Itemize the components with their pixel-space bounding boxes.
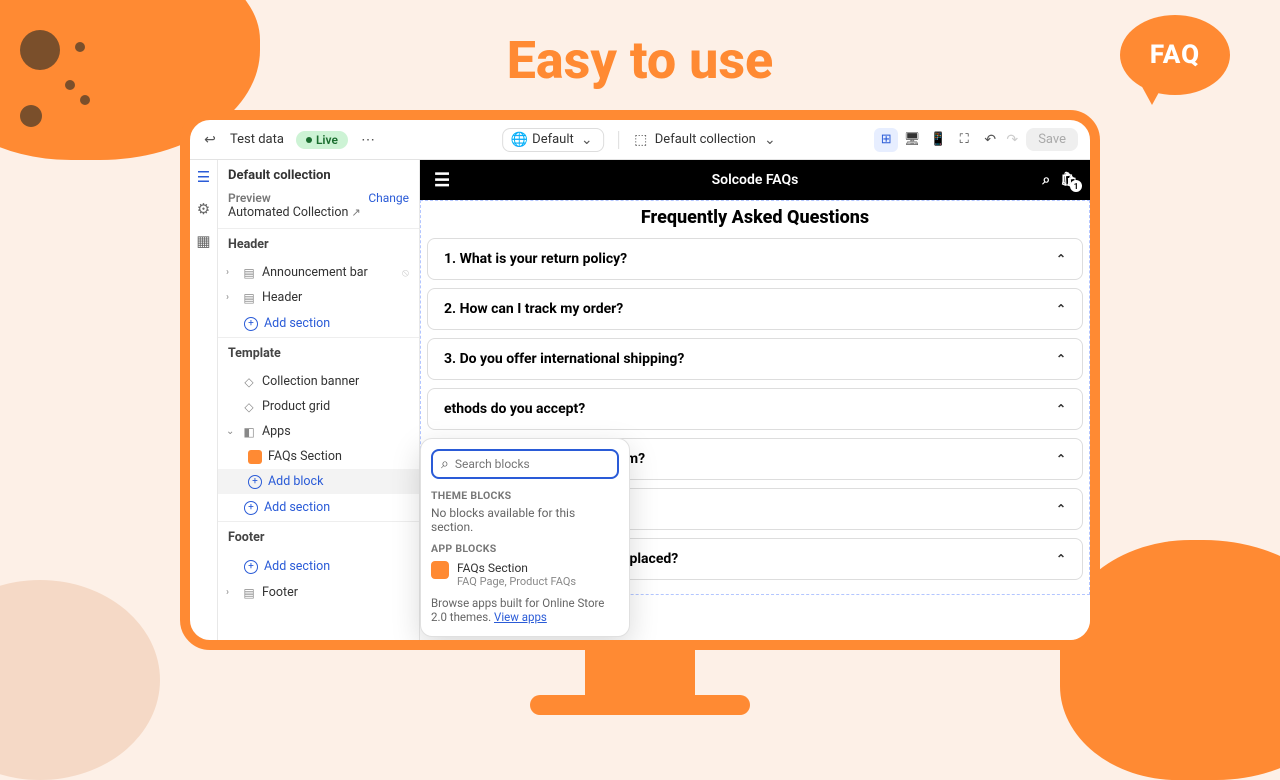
exit-icon[interactable]: ↩	[202, 132, 218, 148]
faq-page-title: Frequently Asked Questions	[427, 207, 1083, 228]
faq-item[interactable]: 2. How can I track my order?⌃	[427, 288, 1083, 330]
hamburger-icon[interactable]: ☰	[434, 170, 450, 191]
apps-icon: ◧	[242, 425, 256, 439]
app-block-icon	[248, 450, 262, 464]
header-section-title: Header	[218, 228, 419, 260]
section-icon: ▤	[242, 291, 256, 305]
add-section-header[interactable]: + Add section	[218, 310, 419, 337]
monitor-frame: ↩ Test data Live ⋯ 🌐 Default ⌄ ⬚ Default…	[180, 110, 1100, 650]
store-header: ☰ Solcode FAQs ⌕ 🛍1	[420, 160, 1090, 200]
monitor-base	[530, 695, 750, 715]
chevron-up-icon: ⌃	[1056, 552, 1066, 566]
add-section-template[interactable]: + Add section	[218, 494, 419, 521]
view-apps-link[interactable]: View apps	[494, 610, 547, 624]
faq-item[interactable]: ethods do you accept?⌃	[427, 388, 1083, 430]
chevron-up-icon: ⌃	[1056, 252, 1066, 266]
sections-tab-icon[interactable]: ☰	[197, 168, 210, 186]
app-block-icon	[431, 561, 449, 579]
sidebar-item-header[interactable]: ›▤ Header	[218, 285, 419, 310]
locale-label: Default	[532, 132, 574, 147]
block-picker-popover: ⌕ THEME BLOCKS No blocks available for t…	[420, 438, 630, 637]
locale-selector[interactable]: 🌐 Default ⌄	[502, 128, 604, 152]
plus-icon: +	[244, 560, 258, 574]
chevron-up-icon: ⌃	[1056, 302, 1066, 316]
test-data-label[interactable]: Test data	[230, 132, 284, 147]
redo-icon[interactable]: ↷	[1004, 132, 1020, 148]
store-title: Solcode FAQs	[712, 172, 799, 188]
sidebar-item-faqs-section[interactable]: FAQs Section	[218, 444, 419, 469]
search-blocks-field[interactable]: ⌕	[431, 449, 619, 479]
chevron-up-icon: ⌃	[1056, 352, 1066, 366]
chevron-down-icon: ⌄	[762, 132, 778, 148]
save-button[interactable]: Save	[1026, 128, 1078, 151]
add-block-button[interactable]: + Add block	[218, 469, 419, 494]
inspector-icon[interactable]: ⊞	[874, 128, 898, 152]
section-icon: ◇	[242, 375, 256, 389]
sidebar-item-footer[interactable]: ›▤ Footer	[218, 580, 419, 605]
app-blocks-label: APP BLOCKS	[431, 542, 619, 555]
settings-tab-icon[interactable]: ⚙	[197, 200, 210, 218]
search-icon: ⌕	[441, 456, 449, 472]
sidebar-item-collection-banner[interactable]: ◇ Collection banner	[218, 369, 419, 394]
globe-icon: 🌐	[511, 132, 527, 148]
chevron-up-icon: ⌃	[1056, 402, 1066, 416]
search-input[interactable]	[455, 457, 611, 471]
faq-item[interactable]: 3. Do you offer international shipping?⌃	[427, 338, 1083, 380]
template-section-title: Template	[218, 337, 419, 369]
faq-item[interactable]: 1. What is your return policy?⌃	[427, 238, 1083, 280]
sidebar-item-product-grid[interactable]: ◇ Product grid	[218, 394, 419, 419]
template-selector[interactable]: ⬚ Default collection ⌄	[633, 132, 778, 148]
theme-blocks-label: THEME BLOCKS	[431, 489, 619, 502]
search-icon[interactable]: ⌕	[1042, 172, 1050, 188]
template-label: Default collection	[655, 132, 756, 147]
section-icon: ◇	[242, 400, 256, 414]
sidebar-item-apps[interactable]: ⌄◧ Apps	[218, 419, 419, 444]
tag-icon: ⬚	[633, 132, 649, 148]
app-block-faqs[interactable]: FAQs Section FAQ Page, Product FAQs	[431, 561, 619, 588]
external-link-icon[interactable]: ↗	[352, 206, 361, 219]
hidden-icon[interactable]: ⦸	[402, 266, 409, 280]
editor-toolbar: ↩ Test data Live ⋯ 🌐 Default ⌄ ⬚ Default…	[190, 120, 1090, 160]
chevron-up-icon: ⌃	[1056, 502, 1066, 516]
section-icon: ▤	[242, 266, 256, 280]
add-section-footer[interactable]: + Add section	[218, 553, 419, 580]
cart-icon[interactable]: 🛍1	[1060, 172, 1078, 188]
cart-badge: 1	[1070, 180, 1082, 192]
sidebar-item-announcement[interactable]: ›▤ Announcement bar ⦸	[218, 260, 419, 285]
sidebar-title: Default collection	[218, 160, 419, 191]
plus-icon: +	[244, 317, 258, 331]
fullscreen-icon[interactable]: ⛶	[952, 128, 976, 152]
apps-tab-icon[interactable]: ▦	[196, 232, 210, 250]
footer-section-title: Footer	[218, 521, 419, 553]
theme-blocks-empty: No blocks available for this section.	[431, 506, 619, 534]
plus-icon: +	[248, 475, 262, 489]
preview-value[interactable]: Automated Collection	[228, 205, 348, 220]
more-icon[interactable]: ⋯	[360, 132, 376, 148]
plus-icon: +	[244, 501, 258, 515]
decor-blob-bottom-left	[0, 580, 160, 780]
left-rail: ☰ ⚙ ▦	[190, 160, 218, 640]
preview-label: Preview	[228, 191, 361, 205]
undo-icon[interactable]: ↶	[982, 132, 998, 148]
popover-footer: Browse apps built for Online Store 2.0 t…	[431, 596, 619, 624]
mobile-icon[interactable]: 📱	[926, 128, 950, 152]
chevron-up-icon: ⌃	[1056, 452, 1066, 466]
live-badge: Live	[296, 131, 348, 149]
chevron-down-icon: ⌄	[579, 132, 595, 148]
toolbar-divider	[618, 131, 619, 149]
device-previews: ⊞ 🖥 📱 ⛶	[874, 128, 976, 152]
desktop-icon[interactable]: 🖥	[900, 128, 924, 152]
sidebar: Default collection Preview Automated Col…	[218, 160, 420, 640]
change-link[interactable]: Change	[368, 191, 409, 205]
section-icon: ▤	[242, 586, 256, 600]
hero-title: Easy to use	[0, 30, 1280, 91]
